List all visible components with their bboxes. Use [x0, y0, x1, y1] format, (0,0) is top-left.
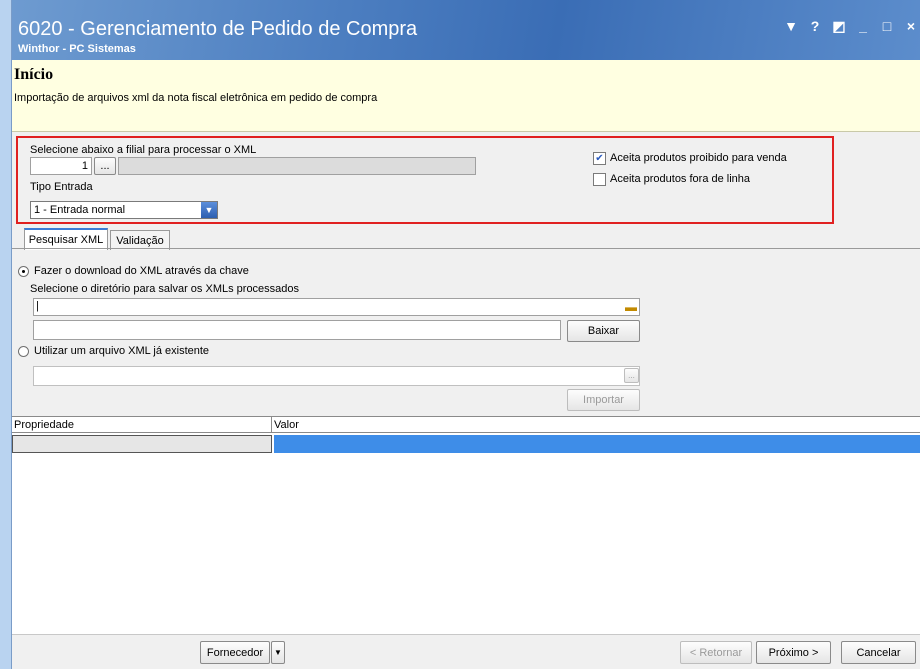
chave-input[interactable] [33, 320, 561, 340]
existing-radio[interactable] [18, 346, 29, 357]
window-left-border [0, 0, 12, 669]
cancelar-button[interactable]: Cancelar [841, 641, 916, 664]
existing-radio-label: Utilizar um arquivo XML já existente [34, 345, 210, 357]
window-title: 6020 - Gerenciamento de Pedido de Compra [18, 18, 418, 40]
page-description: Importação de arquivos xml da nota fisca… [14, 92, 378, 104]
importar-button[interactable]: Importar [567, 389, 640, 411]
download-radio[interactable] [18, 266, 29, 277]
column-header-propriedade[interactable]: Propriedade [12, 417, 272, 433]
baixar-button[interactable]: Baixar [567, 320, 640, 342]
window-subtitle: Winthor - PC Sistemas [18, 43, 136, 55]
page-title: Início [14, 66, 54, 83]
header-panel: Início Importação de arquivos xml da not… [12, 60, 920, 132]
tipo-entrada-label: Tipo Entrada [30, 181, 93, 193]
column-header-valor[interactable]: Valor [272, 417, 920, 433]
menu-dropdown-icon[interactable]: ▼ [782, 18, 800, 35]
window-controls: ▼ ? ◩ _ □ × [782, 18, 920, 35]
proibido-label: Aceita produtos proibido para venda [610, 152, 787, 164]
minimize-icon[interactable]: _ [854, 18, 872, 35]
close-icon[interactable]: × [902, 18, 920, 35]
grid-row-property-cell[interactable] [12, 435, 272, 453]
folder-icon[interactable]: ▬ [625, 300, 637, 314]
xml-file-input[interactable] [33, 366, 640, 386]
directory-value: | [36, 300, 39, 312]
fora-linha-label: Aceita produtos fora de linha [610, 173, 751, 185]
download-radio-label: Fazer o download do XML através da chave [34, 265, 249, 277]
filial-label: Selecione abaixo a filial para processar… [30, 144, 257, 156]
tab-divider [12, 248, 920, 249]
filial-browse-button[interactable]: ... [94, 157, 116, 175]
filial-name-field [118, 157, 476, 175]
directory-label: Selecione o diretório para salvar os XML… [30, 283, 300, 295]
tipo-entrada-value: 1 - Entrada normal [34, 204, 126, 216]
tipo-entrada-select[interactable]: 1 - Entrada normal ▼ [30, 201, 218, 219]
properties-grid[interactable]: Propriedade Valor [12, 416, 920, 634]
retornar-button[interactable]: < Retornar [680, 641, 752, 664]
help-icon[interactable]: ? [806, 18, 824, 35]
tab-validacao[interactable]: Validação [110, 230, 170, 250]
grid-row-value-cell[interactable] [274, 435, 920, 453]
filial-code-input[interactable]: 1 [30, 157, 92, 175]
fornecedor-dropdown-icon[interactable]: ▼ [271, 641, 285, 664]
footer-bar: Fornecedor ▼ < Retornar Próximo > Cancel… [12, 634, 920, 669]
application-window: 6020 - Gerenciamento de Pedido de Compra… [0, 0, 920, 669]
restore-icon[interactable]: ◩ [830, 18, 848, 35]
tab-pesquisar-xml[interactable]: Pesquisar XML [24, 228, 108, 250]
title-bar[interactable]: 6020 - Gerenciamento de Pedido de Compra… [12, 0, 920, 60]
directory-input[interactable]: | ▬ [33, 298, 640, 316]
fornecedor-button[interactable]: Fornecedor [200, 641, 270, 664]
chevron-down-icon[interactable]: ▼ [201, 202, 217, 218]
maximize-icon[interactable]: □ [878, 18, 896, 35]
proibido-checkbox[interactable]: ✔ [593, 152, 606, 165]
fora-linha-checkbox[interactable] [593, 173, 606, 186]
proximo-button[interactable]: Próximo > [756, 641, 831, 664]
xml-file-browse-button[interactable]: ... [624, 368, 639, 383]
filial-code-value: 1 [81, 160, 88, 172]
